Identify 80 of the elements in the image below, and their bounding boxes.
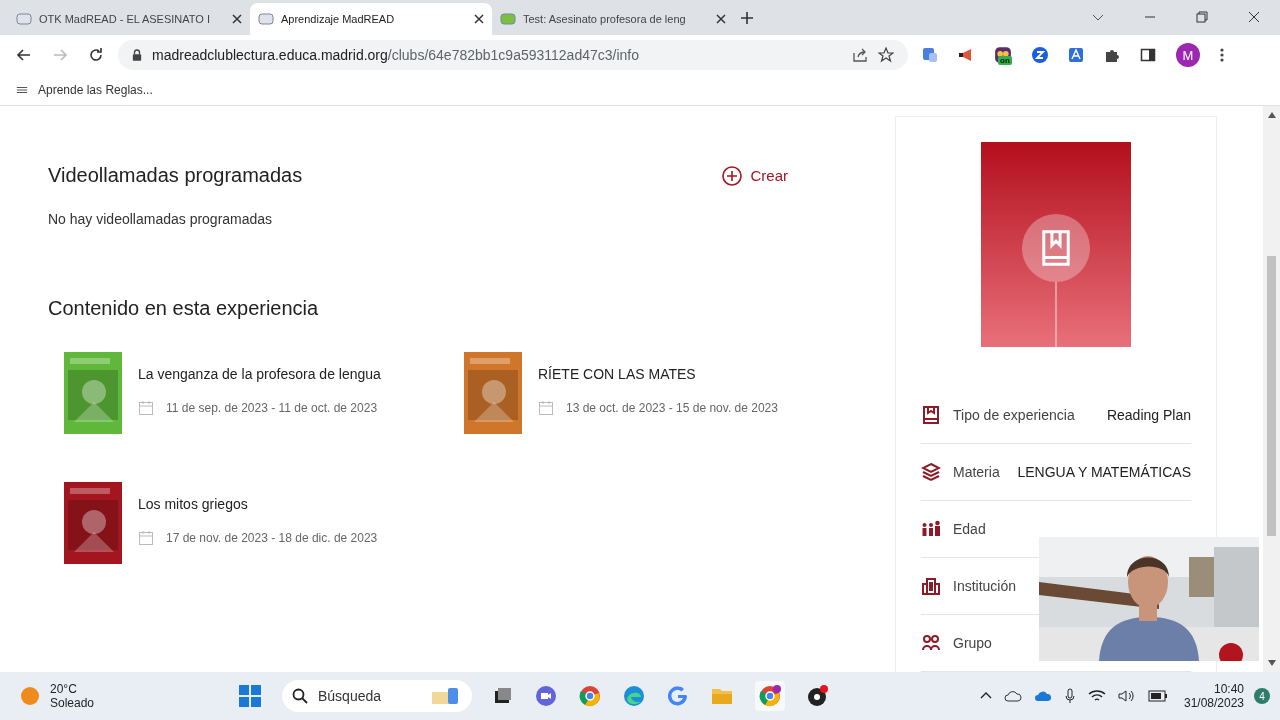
book-icon [921, 405, 941, 425]
scroll-up-icon[interactable] [1267, 112, 1276, 118]
close-icon[interactable] [1248, 11, 1260, 23]
section-title: Videollamadas programadas [48, 164, 303, 187]
notification-badge[interactable]: 4 [1254, 688, 1270, 704]
layers-icon [921, 462, 941, 482]
page-icon [258, 11, 274, 27]
menu-icon[interactable] [1220, 47, 1224, 63]
temperature: 20°C [50, 682, 78, 696]
text-icon[interactable] [1068, 47, 1084, 63]
google-icon[interactable] [667, 685, 689, 707]
clock[interactable]: 10:40 31/08/2023 [1183, 682, 1244, 710]
url-text: madreadclublectura.educa.madrid.org/clubs/64e782bb1c9a593112ad47c3/info [152, 47, 639, 63]
page-icon [16, 11, 32, 27]
date-range: 17 de nov. de 2023 - 18 de dic. de 2023 [166, 531, 378, 545]
empty-message: No hay videollamadas programadas [48, 211, 274, 227]
bookmark-link[interactable]: Aprende las Reglas... [16, 83, 153, 97]
chrome-profile-icon[interactable] [755, 681, 785, 711]
extension-badge: on [998, 56, 1012, 65]
content-title[interactable]: RÍETE CON LAS MATES [538, 366, 778, 382]
browser-tab[interactable]: Aprendizaje MadREAD [250, 3, 492, 35]
battery-icon[interactable] [1147, 690, 1168, 702]
content-title[interactable]: La venganza de la profesora de lengua [138, 366, 381, 382]
side-panel-icon[interactable] [1140, 47, 1156, 63]
search-icon [292, 688, 308, 704]
wifi-icon[interactable] [1087, 689, 1106, 703]
search-field[interactable]: Búsqueda [282, 680, 472, 712]
browser-tab[interactable]: OTK MadREAD - EL ASESINATO I [8, 3, 250, 35]
recorder-icon[interactable] [807, 685, 829, 707]
detail-label: Institución [953, 578, 1017, 594]
content-title[interactable]: Los mitos griegos [138, 496, 378, 512]
close-icon[interactable] [232, 14, 242, 24]
book-icon [1039, 229, 1073, 267]
video-chat-icon[interactable] [535, 685, 557, 707]
sun-icon [20, 686, 40, 706]
reload-icon[interactable] [88, 47, 104, 63]
close-icon[interactable] [474, 14, 484, 24]
profile-avatar[interactable]: M [1176, 43, 1200, 67]
scrollbar-thumb[interactable] [1267, 256, 1276, 536]
detail-value: Reading Plan [1106, 407, 1191, 423]
create-button[interactable]: Crear [722, 165, 788, 186]
chrome-icon[interactable] [579, 685, 601, 707]
share-icon[interactable] [852, 47, 868, 63]
windows-icon[interactable] [239, 685, 261, 707]
calendar-icon [138, 530, 154, 546]
detail-label: Grupo [953, 635, 992, 651]
detail-label: Tipo de experiencia [953, 407, 1075, 423]
sliders-icon [16, 85, 28, 95]
scroll-down-icon[interactable] [1267, 660, 1276, 666]
building-icon [921, 576, 941, 596]
section-title: Contenido en esta experiencia [48, 297, 320, 320]
microphone-icon[interactable] [1063, 688, 1076, 704]
browser-tab[interactable]: Test: Asesinato profesora de leng [492, 3, 734, 35]
date-range: 11 de sep. de 2023 - 11 de oct. de 2023 [166, 401, 378, 415]
detail-label: Edad [953, 521, 986, 537]
close-icon[interactable] [716, 14, 726, 24]
calendar-icon [138, 400, 154, 416]
cloud-icon[interactable] [1003, 690, 1022, 702]
task-view-icon[interactable] [493, 686, 513, 706]
edge-icon[interactable] [623, 685, 645, 707]
lock-icon [132, 49, 142, 61]
translate-icon[interactable] [922, 47, 938, 63]
speaker-icon[interactable] [1117, 689, 1136, 703]
z-logo-icon[interactable] [1032, 47, 1048, 63]
address-bar[interactable]: madreadclublectura.educa.madrid.org/clubs/64e782bb1c9a593112ad47c3/info [118, 40, 908, 70]
new-tab-icon[interactable] [740, 11, 754, 25]
star-icon[interactable] [878, 47, 894, 63]
plus-circle-icon [722, 165, 743, 186]
date-range: 13 de oct. de 2023 - 15 de nov. de 2023 [566, 401, 778, 415]
detail-label: Materia [953, 464, 1000, 480]
megaphone-icon[interactable] [958, 47, 974, 63]
people-icon [921, 519, 941, 539]
page-icon [500, 11, 516, 27]
weather-condition: Soleado [50, 696, 95, 710]
restore-icon[interactable] [1196, 11, 1208, 23]
back-icon[interactable] [16, 47, 32, 63]
puzzle-icon[interactable] [1104, 47, 1120, 63]
detail-value: LENGUA Y MATEMÁTICAS [1017, 464, 1191, 480]
group-icon [921, 633, 941, 653]
calendar-icon [538, 400, 554, 416]
